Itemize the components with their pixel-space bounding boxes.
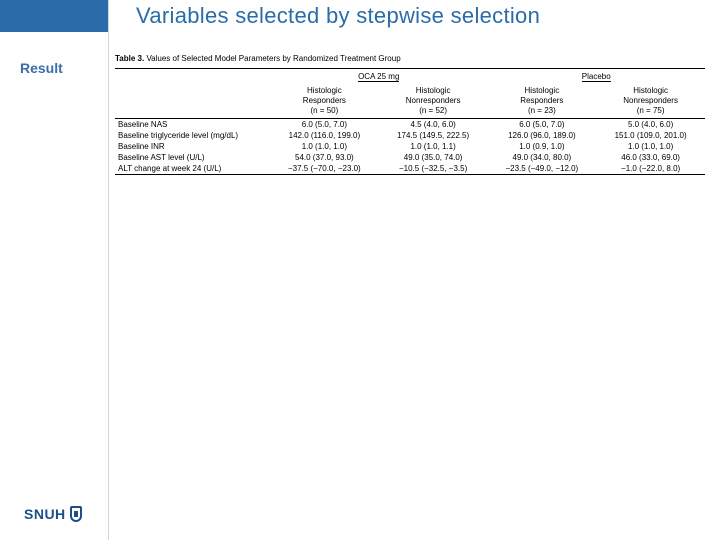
- group-header-oca: OCA 25 mg: [358, 72, 399, 82]
- table-cell: −1.0 (−22.0, 8.0): [596, 163, 705, 175]
- table-body: Baseline NAS 6.0 (5.0, 7.0) 4.5 (4.0, 6.…: [115, 119, 705, 175]
- row-label: ALT change at week 24 (U/L): [115, 163, 270, 175]
- table-cell: −37.5 (−70.0, −23.0): [270, 163, 379, 175]
- sub-header-line: Responders: [303, 96, 346, 105]
- sub-header-n: (n = 50): [310, 106, 338, 115]
- data-table: OCA 25 mg Placebo Histologic Responders …: [115, 68, 705, 175]
- table-cell: −10.5 (−32.5, −3.5): [379, 163, 488, 175]
- data-table-container: Table 3. Values of Selected Model Parame…: [115, 54, 705, 175]
- table-cell: 49.0 (34.0, 80.0): [488, 152, 597, 163]
- table-group-header: Placebo: [488, 69, 706, 85]
- sidebar-result-label: Result: [20, 60, 63, 76]
- table-row: Baseline triglyceride level (mg/dL) 142.…: [115, 130, 705, 141]
- sub-header-line: Histologic: [525, 86, 560, 95]
- table-sub-header: Histologic Responders (n = 23): [488, 84, 597, 119]
- table-cell: 1.0 (0.9, 1.0): [488, 141, 597, 152]
- table-sub-header: Histologic Nonresponders (n = 75): [596, 84, 705, 119]
- table-cell: 151.0 (109.0, 201.0): [596, 130, 705, 141]
- logo: SNUH: [24, 506, 82, 522]
- table-cell: 126.0 (96.0, 189.0): [488, 130, 597, 141]
- table-cell: 1.0 (1.0, 1.1): [379, 141, 488, 152]
- table-cell: 54.0 (37.0, 93.0): [270, 152, 379, 163]
- vertical-divider: [108, 0, 109, 540]
- sub-header-n: (n = 52): [419, 106, 447, 115]
- sub-header-line: Histologic: [416, 86, 451, 95]
- slide-root: Variables selected by stepwise selection…: [0, 0, 720, 540]
- table-cell: 142.0 (116.0, 199.0): [270, 130, 379, 141]
- table-caption: Table 3. Values of Selected Model Parame…: [115, 54, 705, 63]
- row-label: Baseline NAS: [115, 119, 270, 131]
- sub-header-line: Nonresponders: [406, 96, 461, 105]
- table-cell: 6.0 (5.0, 7.0): [270, 119, 379, 131]
- table-cell: 174.5 (149.5, 222.5): [379, 130, 488, 141]
- logo-mark-icon: [70, 506, 82, 522]
- table-cell: 5.0 (4.0, 6.0): [596, 119, 705, 131]
- group-header-placebo: Placebo: [582, 72, 611, 82]
- table-cell: 46.0 (33.0, 69.0): [596, 152, 705, 163]
- table-caption-text: Values of Selected Model Parameters by R…: [146, 54, 400, 63]
- table-header-empty: [115, 69, 270, 119]
- sub-header-line: Histologic: [633, 86, 668, 95]
- sub-header-line: Responders: [520, 96, 563, 105]
- table-cell: 1.0 (1.0, 1.0): [596, 141, 705, 152]
- table-cell: 1.0 (1.0, 1.0): [270, 141, 379, 152]
- logo-text: SNUH: [24, 506, 66, 522]
- table-row: Baseline AST level (U/L) 54.0 (37.0, 93.…: [115, 152, 705, 163]
- table-cell: 4.5 (4.0, 6.0): [379, 119, 488, 131]
- row-label: Baseline AST level (U/L): [115, 152, 270, 163]
- sub-header-n: (n = 75): [637, 106, 665, 115]
- table-group-header: OCA 25 mg: [270, 69, 488, 85]
- table-row: Baseline INR 1.0 (1.0, 1.0) 1.0 (1.0, 1.…: [115, 141, 705, 152]
- slide-title: Variables selected by stepwise selection: [108, 0, 720, 32]
- table-cell: 49.0 (35.0, 74.0): [379, 152, 488, 163]
- sub-header-line: Nonresponders: [623, 96, 678, 105]
- table-row: ALT change at week 24 (U/L) −37.5 (−70.0…: [115, 163, 705, 175]
- table-cell: −23.5 (−49.0, −12.0): [488, 163, 597, 175]
- table-cell: 6.0 (5.0, 7.0): [488, 119, 597, 131]
- title-bar-accent: [0, 0, 108, 32]
- table-sub-header: Histologic Responders (n = 50): [270, 84, 379, 119]
- table-sub-header: Histologic Nonresponders (n = 52): [379, 84, 488, 119]
- table-row: Baseline NAS 6.0 (5.0, 7.0) 4.5 (4.0, 6.…: [115, 119, 705, 131]
- sub-header-n: (n = 23): [528, 106, 556, 115]
- sub-header-line: Histologic: [307, 86, 342, 95]
- table-caption-number: Table 3.: [115, 54, 144, 63]
- row-label: Baseline triglyceride level (mg/dL): [115, 130, 270, 141]
- row-label: Baseline INR: [115, 141, 270, 152]
